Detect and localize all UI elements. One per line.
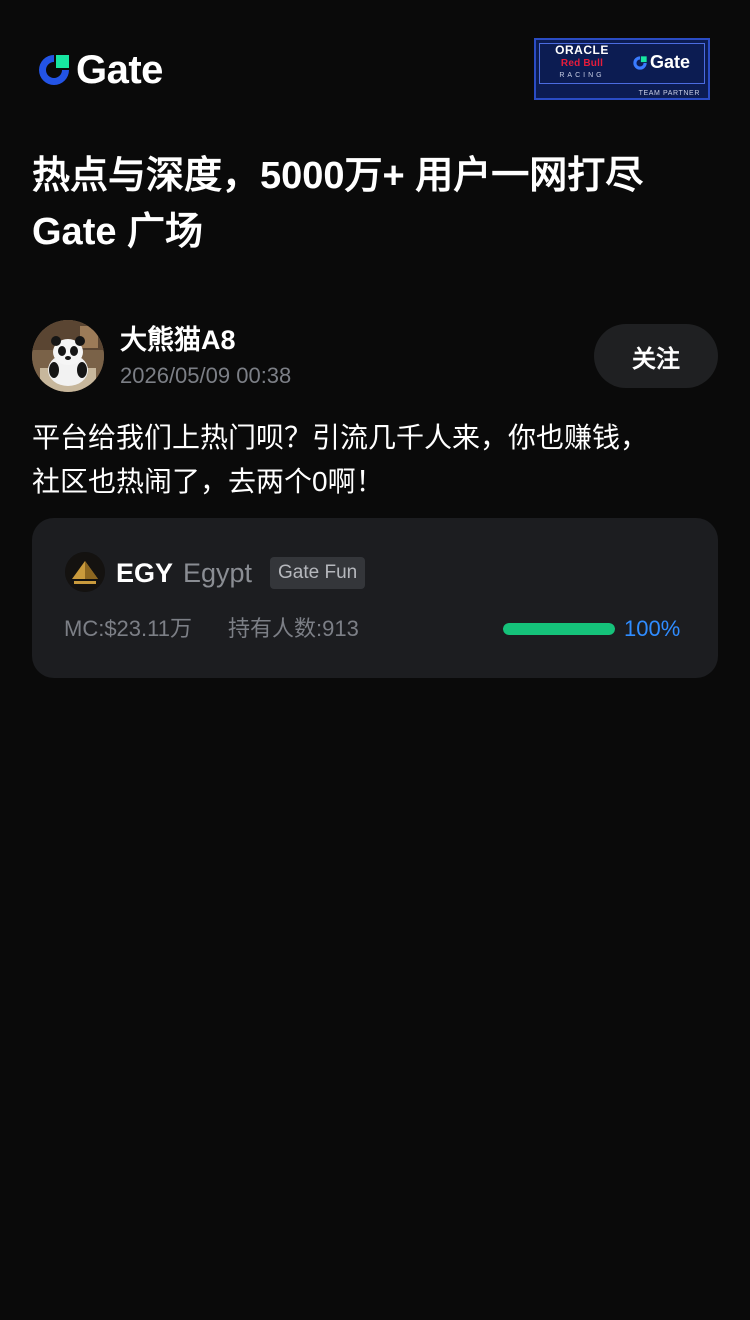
- partner-gate-text: Gate: [650, 52, 691, 72]
- partner-redbull-text: Red Bull: [560, 58, 604, 69]
- partner-oracle-text: ORACLE: [555, 43, 609, 57]
- team-partner-caption: TEAM PARTNER: [638, 90, 700, 97]
- token-market-cap: MC:$23.11万: [64, 616, 192, 641]
- post-body-line-1: 平台给我们上热门呗？引流几千人来，你也赚钱，: [32, 422, 649, 453]
- token-progress-fill: [503, 623, 615, 635]
- partner-badge: ORACLE Red Bull RACING Gate TEAM PARTNER: [534, 38, 710, 100]
- token-name: Egypt: [183, 558, 253, 588]
- headline-line-2: Gate 广场: [32, 211, 204, 253]
- follow-button[interactable]: 关注: [594, 324, 718, 388]
- post-body[interactable]: 平台给我们上热门呗？引流几千人来，你也赚钱， 社区也热闹了，去两个0啊！: [32, 416, 722, 504]
- post-timestamp: 2026/05/09 00:38: [120, 363, 292, 388]
- page-headline: 热点与深度，5000万+ 用户一网打尽 Gate 广场: [32, 148, 722, 260]
- partner-gate-logo: Gate: [632, 52, 690, 73]
- post-body-line-2: 社区也热闹了，去两个0啊！: [32, 466, 384, 497]
- post-username[interactable]: 大熊猫A8: [120, 322, 236, 358]
- token-progress-label: 100%: [624, 616, 681, 641]
- header: Gate ORACLE Red Bull RACING Gate TEAM PA…: [0, 0, 750, 130]
- gate-logo-icon: [39, 55, 69, 85]
- logo-text: Gate: [76, 48, 163, 92]
- page: Gate ORACLE Red Bull RACING Gate TEAM PA…: [0, 0, 750, 1320]
- partner-racing-text: RACING: [559, 72, 605, 79]
- pyramid-icon: [65, 552, 105, 592]
- headline-line-1: 热点与深度，5000万+ 用户一网打尽: [32, 155, 644, 197]
- token-card[interactable]: EGY Egypt Gate Fun MC:$23.11万 持有人数:913 1…: [32, 518, 718, 678]
- token-tag: Gate Fun: [270, 557, 366, 589]
- token-holders: 持有人数:913: [228, 616, 359, 641]
- panda-avatar-icon: [32, 320, 104, 392]
- user-avatar[interactable]: [32, 320, 104, 392]
- token-icon: [65, 552, 105, 592]
- token-progress-bar: [503, 623, 615, 635]
- token-symbol: EGY: [116, 558, 174, 588]
- gate-logo[interactable]: Gate: [36, 50, 163, 90]
- partner-gate-icon: [633, 55, 647, 70]
